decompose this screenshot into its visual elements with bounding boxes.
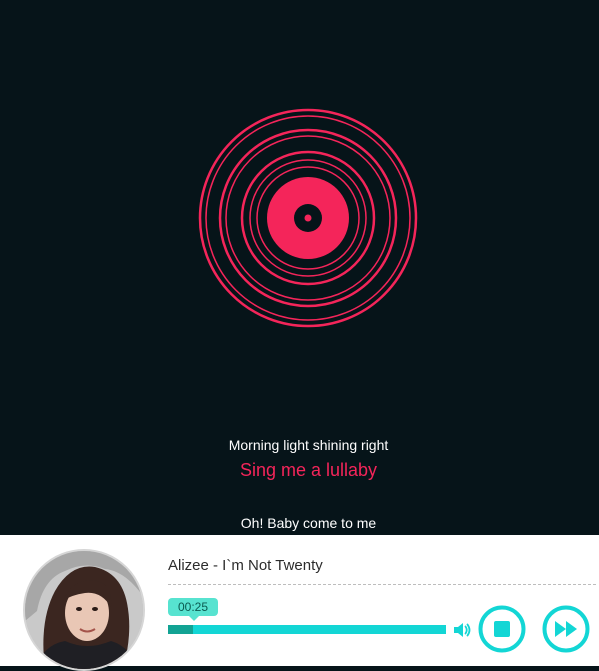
progress-played xyxy=(168,625,194,634)
vinyl-spindle-hole xyxy=(304,214,312,222)
stop-button[interactable] xyxy=(478,605,526,653)
lyric-next-line: Oh! Baby come to me xyxy=(240,515,377,531)
track-title: Alizee - I`m Not Twenty xyxy=(168,557,323,574)
lyric-current-line: Sing me a lullaby xyxy=(239,460,378,480)
divider xyxy=(168,584,596,585)
elapsed-time-tooltip: 00:25 xyxy=(168,598,218,621)
progress-bar[interactable] xyxy=(168,625,446,634)
fast-forward-icon xyxy=(555,621,577,637)
speaker-icon[interactable] xyxy=(452,620,472,640)
album-cover-photo xyxy=(25,551,143,669)
fast-forward-button[interactable] xyxy=(542,605,590,653)
player-bar: Alizee - I`m Not Twenty 00:25 xyxy=(0,535,599,671)
vinyl-disc xyxy=(198,108,418,328)
lyrics-stage: Morning light shining right Sing me a lu… xyxy=(0,0,599,535)
lyric-previous-line: Morning light shining right xyxy=(228,437,389,453)
album-cover xyxy=(23,549,145,671)
stop-icon xyxy=(494,621,510,637)
